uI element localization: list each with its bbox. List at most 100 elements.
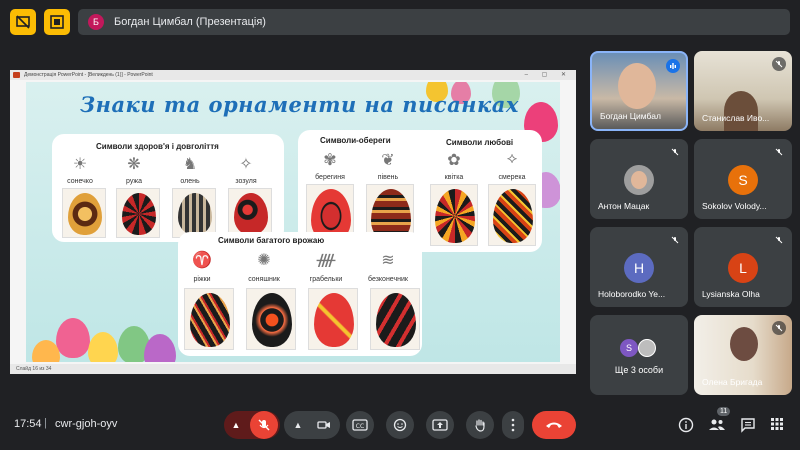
pysanka-image — [252, 293, 292, 347]
pysanka-image — [314, 293, 354, 347]
more-participants-tile[interactable]: S Ще 3 особи — [590, 315, 688, 395]
more-participants-label: Ще 3 особи — [614, 365, 664, 375]
participant-tile[interactable]: L Lysianska Olha — [694, 227, 792, 307]
panel-title: Символи здоров'я і довголіття — [96, 142, 219, 151]
sunflower-symbol-icon: ✺ — [257, 252, 271, 269]
camera-toggle-button[interactable] — [310, 411, 338, 439]
participant-name: Holoborodko Ye... — [598, 289, 666, 299]
symbol-label: смерека — [498, 174, 526, 181]
participant-name: Станислав Иво... — [702, 113, 770, 123]
spruce-symbol-icon: ⟡ — [506, 150, 518, 167]
closed-captions-icon: CC — [352, 419, 368, 431]
egg-card — [184, 288, 234, 350]
pysanka-image — [376, 293, 416, 347]
participant-name: Sokolov Volody... — [702, 201, 767, 211]
participant-tile[interactable]: Богдан Цимбал — [590, 51, 688, 131]
chevron-up-icon: ▲ — [231, 420, 241, 430]
panel-title: Символи любові — [446, 138, 514, 147]
pysanka-image — [122, 193, 156, 235]
smiley-icon — [393, 418, 407, 432]
egg-card — [228, 188, 272, 238]
slide: Знаки та орнаменти на писанках Символи з… — [26, 82, 560, 362]
participant-face — [618, 63, 656, 109]
egg-card — [116, 188, 160, 238]
mic-off-icon — [772, 233, 786, 247]
slide-title: Знаки та орнаменти на писанках — [80, 92, 519, 117]
presenter-bar[interactable]: Б Богдан Цимбал (Презентація) — [78, 9, 790, 35]
camera-icon — [317, 421, 330, 429]
captions-button[interactable]: CC — [346, 411, 374, 439]
participant-avatar-photo — [638, 339, 656, 357]
audio-options-button[interactable]: ▲ — [228, 417, 244, 433]
people-button[interactable]: 11 — [708, 407, 731, 433]
pysanka-image — [493, 189, 533, 243]
mic-off-icon — [772, 57, 786, 71]
cuckoo-symbol-icon: ✧ — [239, 156, 253, 173]
fullscreen-button[interactable] — [44, 9, 70, 35]
mic-off-icon — [258, 419, 270, 431]
symbol-label: ріжки — [193, 276, 211, 283]
mic-off-icon — [772, 145, 786, 159]
pysanka-image — [190, 293, 230, 347]
microphone-toggle-button[interactable] — [250, 411, 278, 439]
present-screen-icon — [50, 15, 64, 29]
slide-counter: Слайд 16 из 34 — [16, 366, 52, 372]
rose-symbol-icon: ❋ — [127, 156, 141, 173]
separator: | — [44, 417, 47, 429]
participant-name: Антон Мацак — [598, 201, 650, 211]
participant-tile[interactable]: H Holoborodko Ye... — [590, 227, 688, 307]
egg-card — [488, 184, 536, 246]
pysanka-image — [68, 193, 102, 235]
symbol-label: безконечник — [368, 276, 408, 283]
participant-name: Олена Бригада — [702, 377, 763, 387]
present-now-button[interactable] — [426, 411, 454, 439]
svg-text:CC: CC — [356, 423, 364, 430]
hand-icon — [475, 419, 485, 432]
chat-icon — [741, 418, 755, 433]
participant-name: Богдан Цимбал — [600, 111, 661, 121]
meeting-details-button[interactable] — [678, 417, 694, 433]
activities-button[interactable] — [770, 417, 786, 433]
participant-tile[interactable]: S Sokolov Volody... — [694, 139, 792, 219]
horns-symbol-icon: ♈ — [192, 252, 212, 269]
symbol-label: олень — [180, 178, 200, 185]
participant-count-badge: 11 — [717, 407, 731, 416]
symbol-label: соняшник — [248, 276, 280, 283]
presentation-off-icon — [16, 15, 30, 29]
participant-avatar — [624, 165, 654, 195]
video-options-button[interactable]: ▲ — [290, 417, 306, 433]
decorative-egg — [56, 318, 90, 358]
mic-off-icon — [668, 233, 682, 247]
decorative-egg — [88, 332, 118, 362]
participant-tile[interactable]: Станислав Иво... — [694, 51, 792, 131]
reactions-button[interactable] — [386, 411, 414, 439]
participant-name: Lysianska Olha — [702, 289, 760, 299]
leave-call-button[interactable] — [532, 411, 576, 439]
raise-hand-button[interactable] — [466, 411, 494, 439]
pysanka-image — [435, 189, 475, 243]
more-vert-icon — [511, 418, 515, 432]
participant-tile[interactable]: Олена Бригада — [694, 315, 792, 395]
berehynia-symbol-icon: ✾ — [323, 152, 337, 169]
chevron-up-icon: ▲ — [293, 420, 303, 430]
pysanka-image — [178, 193, 212, 235]
egg-card — [246, 288, 296, 350]
presenter-label: Богдан Цимбал (Презентація) — [114, 16, 266, 28]
more-options-button[interactable] — [502, 411, 524, 439]
present-screen-icon — [432, 419, 448, 431]
presenter-avatar: Б — [88, 14, 104, 30]
people-icon — [709, 419, 725, 430]
participant-avatar: L — [728, 253, 758, 283]
flower-symbol-icon: ✿ — [447, 152, 461, 169]
participant-tile[interactable]: Антон Мацак — [590, 139, 688, 219]
pysanka-image — [234, 193, 268, 235]
mic-off-icon — [772, 321, 786, 335]
chat-button[interactable] — [740, 417, 756, 433]
mic-off-icon — [668, 145, 682, 159]
egg-card — [430, 184, 478, 246]
egg-card — [370, 288, 420, 350]
hide-self-view-button[interactable] — [10, 9, 36, 35]
decorative-egg — [144, 334, 176, 362]
symbol-label: берегиня — [315, 174, 345, 181]
speaking-indicator-icon — [666, 59, 680, 73]
